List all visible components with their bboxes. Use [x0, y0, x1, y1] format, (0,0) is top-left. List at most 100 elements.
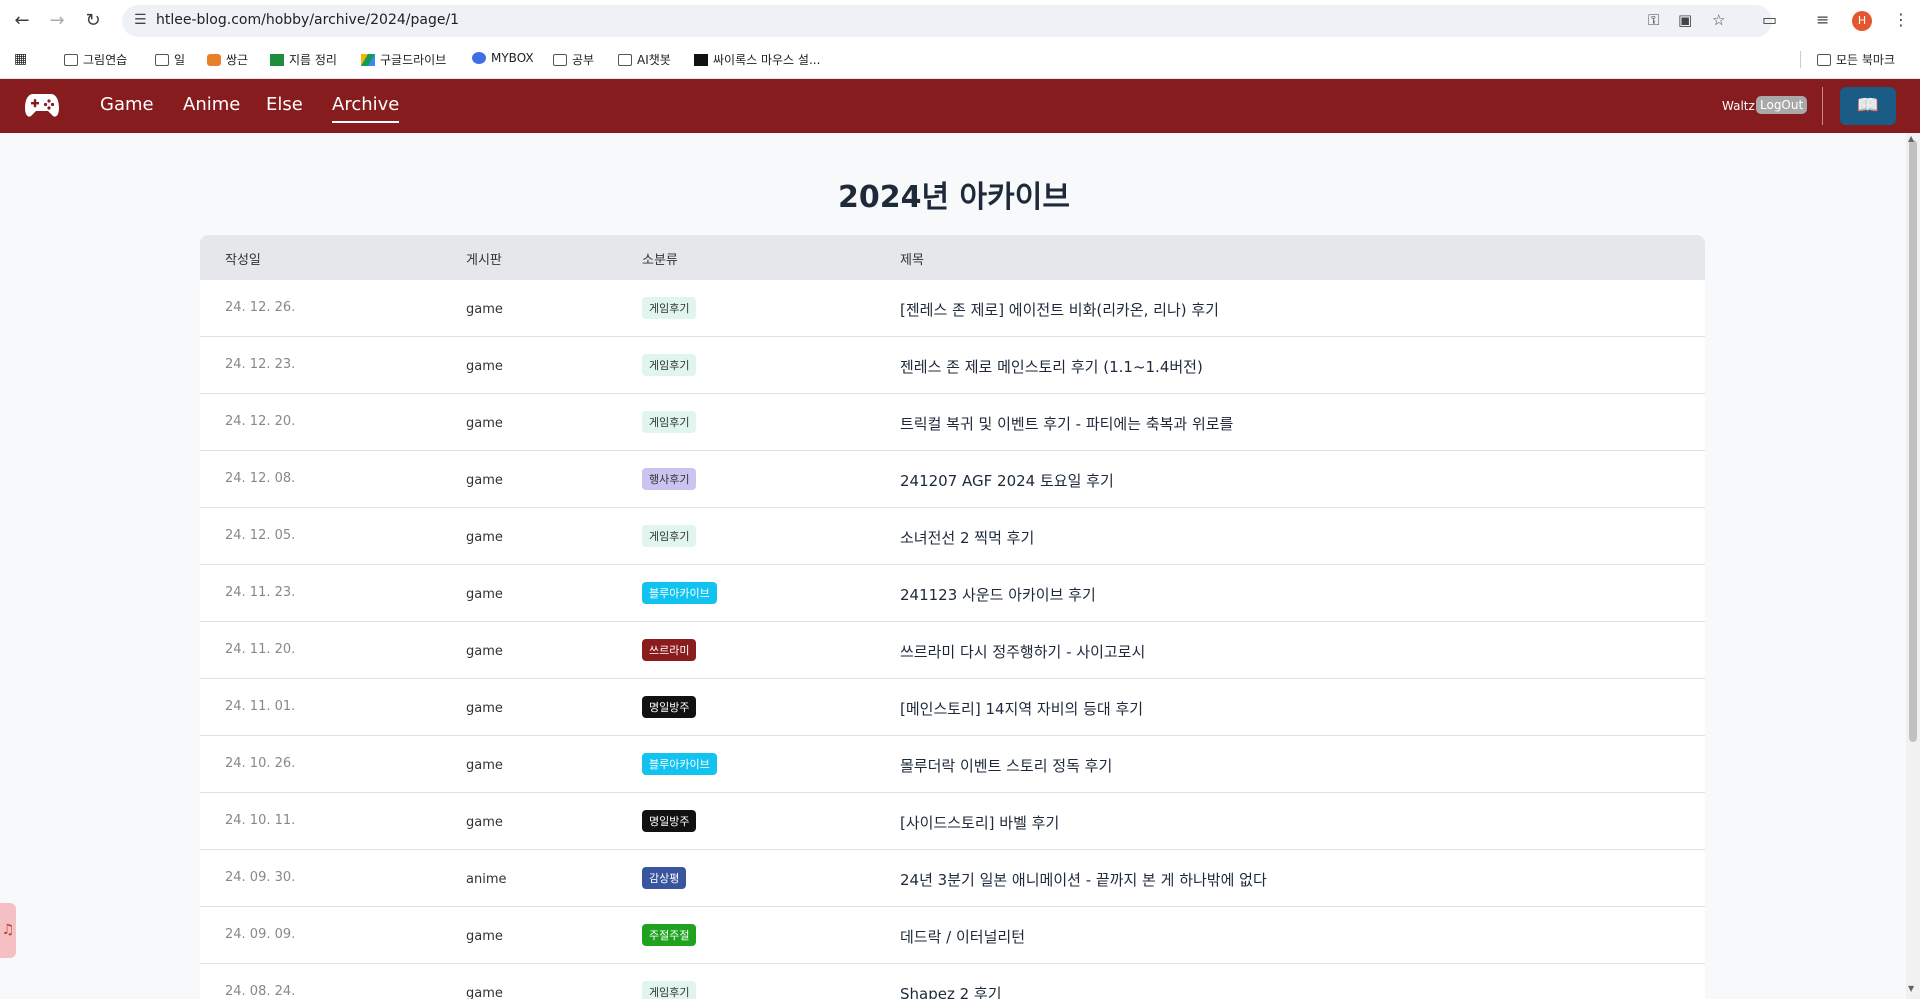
bookmark-item[interactable]: 싸이록스 마우스 설...	[694, 51, 820, 68]
post-board: game	[466, 416, 503, 431]
category-badge[interactable]: 명일방주	[642, 810, 697, 832]
post-title-link[interactable]: 몰루더락 이벤트 스토리 정독 후기	[900, 755, 1112, 776]
table-row[interactable]: 24. 10. 26. game 블루아카이브 몰루더락 이벤트 스토리 정독 후기	[200, 736, 1705, 793]
scrollbar-thumb[interactable]	[1909, 140, 1917, 742]
book-button[interactable]: 📖	[1840, 87, 1896, 125]
folder-icon	[155, 53, 169, 66]
reload-icon[interactable]: ↻	[81, 9, 105, 33]
post-title-link[interactable]: 쓰르라미 다시 정주행하기 - 사이고로시	[900, 641, 1145, 662]
category-badge[interactable]: 감상평	[642, 867, 687, 889]
post-board: game	[466, 701, 503, 716]
post-board: game	[466, 473, 503, 488]
forward-icon[interactable]: →	[45, 9, 69, 33]
music-player-tab[interactable]: ♫	[0, 903, 16, 958]
category-badge[interactable]: 명일방주	[642, 696, 697, 718]
table-row[interactable]: 24. 12. 23. game 게임후기 젠레스 존 제로 메인스토리 후기 (1.…	[200, 337, 1705, 394]
category-badge[interactable]: 게임후기	[642, 354, 697, 376]
post-title-link[interactable]: 24년 3분기 일본 애니메이션 - 끝까지 본 게 하나밖에 없다	[900, 869, 1267, 890]
column-date: 작성일	[225, 253, 261, 268]
url-text[interactable]: htlee-blog.com/hobby/archive/2024/page/1	[156, 12, 459, 28]
star-icon[interactable]: ☆	[1712, 11, 1725, 29]
bookmark-item[interactable]: AI챗봇	[618, 51, 671, 68]
apps-grid-icon[interactable]: ▦	[14, 51, 27, 67]
nav-anime[interactable]: Anime	[183, 94, 240, 115]
bookmark-label: 지름 정리	[289, 53, 337, 67]
table-row[interactable]: 24. 11. 23. game 블루아카이브 241123 사운드 아카이브 후기	[200, 565, 1705, 622]
post-title-link[interactable]: [젠레스 존 제로] 에이전트 비화(리카온, 리나) 후기	[900, 299, 1219, 320]
post-title-link[interactable]: 트릭컬 복귀 및 이벤트 후기 - 파티에는 축복과 위로를	[900, 413, 1233, 434]
post-board: anime	[466, 872, 507, 887]
table-row[interactable]: 24. 12. 26. game 게임후기 [젠레스 존 제로] 에이전트 비화(리카…	[200, 280, 1705, 337]
site-info-icon[interactable]: ☰	[134, 12, 147, 28]
user-name: Waltz	[1722, 99, 1755, 113]
translate-icon[interactable]: ▣	[1678, 11, 1692, 29]
bookmark-item[interactable]: 일	[155, 51, 185, 68]
bookmark-item[interactable]: 구글드라이브	[361, 51, 446, 68]
column-board: 게시판	[466, 253, 502, 268]
nav-archive[interactable]: Archive	[332, 94, 400, 123]
category-badge[interactable]: 블루아카이브	[642, 582, 717, 604]
carrot-icon	[207, 53, 221, 66]
table-row[interactable]: 24. 11. 01. game 명일방주 [메인스토리] 14지역 자비의 등대 후…	[200, 679, 1705, 736]
key-icon[interactable]: ⚿	[1648, 11, 1659, 29]
profile-avatar[interactable]: H	[1852, 11, 1872, 31]
table-row[interactable]: 24. 09. 09. game 주절주절 데드락 / 이터널리턴	[200, 907, 1705, 964]
bookmark-item[interactable]: MYBOX	[472, 51, 534, 65]
table-row[interactable]: 24. 12. 08. game 행사후기 241207 AGF 2024 토요일 후…	[200, 451, 1705, 508]
more-menu-icon[interactable]: ⋮	[1893, 10, 1909, 29]
post-title-link[interactable]: 241123 사운드 아카이브 후기	[900, 584, 1096, 605]
bookmark-item[interactable]: 공부	[553, 51, 594, 68]
post-board: game	[466, 359, 503, 374]
bookmark-item[interactable]: 쌍근	[207, 51, 248, 68]
page-title: 2024년 아카이브	[838, 180, 1070, 215]
extensions-icon[interactable]: ▭	[1762, 10, 1777, 29]
post-title-link[interactable]: 젠레스 존 제로 메인스토리 후기 (1.1~1.4버전)	[900, 356, 1203, 377]
post-date: 24. 10. 26.	[225, 756, 296, 771]
post-date: 24. 10. 11.	[225, 813, 296, 828]
scroll-down-arrow[interactable]: ▼	[1908, 984, 1914, 993]
drive-icon	[361, 53, 375, 66]
post-title-link[interactable]: 소녀전선 2 찍먹 후기	[900, 527, 1034, 548]
category-badge[interactable]: 게임후기	[642, 411, 697, 433]
post-title-link[interactable]: [메인스토리] 14지역 자비의 등대 후기	[900, 698, 1143, 719]
post-board: game	[466, 302, 503, 317]
table-row[interactable]: 24. 10. 11. game 명일방주 [사이드스토리] 바벨 후기	[200, 793, 1705, 850]
post-title-link[interactable]: Shapez 2 후기	[900, 983, 1002, 999]
category-badge[interactable]: 행사후기	[642, 468, 697, 490]
bookmark-item[interactable]: 그림연습	[64, 51, 127, 68]
table-row[interactable]: 24. 08. 24. game 게임후기 Shapez 2 후기	[200, 964, 1705, 999]
table-row[interactable]: 24. 12. 20. game 게임후기 트릭컬 복귀 및 이벤트 후기 - 파티에…	[200, 394, 1705, 451]
bookmark-label: 일	[174, 53, 186, 67]
bookmark-label: 구글드라이브	[380, 53, 447, 67]
nav-game[interactable]: Game	[100, 94, 154, 115]
table-row[interactable]: 24. 12. 05. game 게임후기 소녀전선 2 찍먹 후기	[200, 508, 1705, 565]
bookmark-label: 그림연습	[83, 53, 128, 67]
column-title: 제목	[900, 253, 924, 268]
post-title-link[interactable]: 241207 AGF 2024 토요일 후기	[900, 470, 1114, 491]
post-title-link[interactable]: [사이드스토리] 바벨 후기	[900, 812, 1059, 833]
column-category: 소분류	[642, 253, 678, 268]
post-date: 24. 12. 26.	[225, 300, 296, 315]
table-row[interactable]: 24. 11. 20. game 쓰르라미 쓰르라미 다시 정주행하기 - 사이고로시	[200, 622, 1705, 679]
table-row[interactable]: 24. 09. 30. anime 감상평 24년 3분기 일본 애니메이션 - 끝까…	[200, 850, 1705, 907]
category-badge[interactable]: 주절주절	[642, 924, 697, 946]
category-badge[interactable]: 게임후기	[642, 297, 697, 319]
category-badge[interactable]: 블루아카이브	[642, 753, 717, 775]
post-title-link[interactable]: 데드락 / 이터널리턴	[900, 926, 1025, 947]
post-board: game	[466, 929, 503, 944]
all-bookmarks-label: 모든 북마크	[1836, 53, 1896, 67]
bookmark-item[interactable]: 지름 정리	[270, 51, 337, 68]
category-badge[interactable]: 게임후기	[642, 525, 697, 547]
folder-icon	[64, 53, 78, 66]
tab-search-icon[interactable]: ≡	[1816, 10, 1829, 29]
all-bookmarks[interactable]: 모든 북마크	[1800, 51, 1895, 68]
category-badge[interactable]: 게임후기	[642, 981, 697, 999]
category-badge[interactable]: 쓰르라미	[642, 639, 697, 661]
gamepad-logo-icon[interactable]	[25, 92, 59, 118]
logout-button[interactable]: LogOut	[1756, 96, 1808, 114]
address-bar[interactable]: ☰ htlee-blog.com/hobby/archive/2024/page…	[122, 5, 1772, 37]
back-icon[interactable]: ←	[10, 9, 34, 33]
post-date: 24. 09. 09.	[225, 927, 296, 942]
nav-else[interactable]: Else	[266, 94, 303, 115]
scroll-up-arrow[interactable]: ▲	[1908, 134, 1914, 143]
